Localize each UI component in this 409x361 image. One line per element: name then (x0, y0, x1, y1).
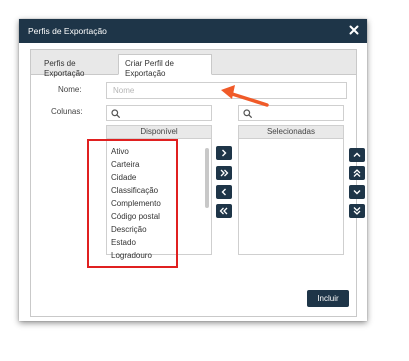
move-all-right-button[interactable] (216, 166, 232, 180)
dialog-titlebar: Perfis de Exportação (19, 19, 367, 43)
chevron-left-icon (221, 188, 226, 196)
dialog-title: Perfis de Exportação (28, 26, 107, 36)
tab-export-profiles[interactable]: Perfis de Exportação (37, 54, 117, 78)
double-chevron-left-icon (219, 207, 228, 215)
columns-label: Colunas: (51, 107, 83, 116)
selected-list[interactable]: Selecionadas (238, 125, 344, 255)
highlight-box (87, 139, 178, 268)
move-up-button[interactable] (349, 148, 365, 162)
available-search-box[interactable] (106, 105, 213, 121)
move-bottom-button[interactable] (349, 204, 365, 218)
move-left-button[interactable] (216, 185, 232, 199)
chevron-up-icon (353, 152, 361, 157)
available-scrollbar[interactable] (205, 148, 209, 208)
move-top-button[interactable] (349, 166, 365, 180)
available-list-header: Disponível (107, 126, 211, 139)
chevron-right-icon (222, 149, 227, 157)
double-chevron-right-icon (220, 169, 229, 177)
available-search-input[interactable] (123, 107, 213, 121)
name-label: Nome: (58, 85, 82, 94)
double-chevron-down-icon (353, 207, 361, 215)
export-profiles-dialog: Perfis de Exportação Perfis de Exportaçã… (19, 19, 367, 321)
selected-list-header: Selecionadas (239, 126, 343, 139)
search-icon (111, 109, 120, 118)
double-chevron-up-icon (353, 169, 361, 177)
include-button[interactable]: Incluir (307, 290, 349, 307)
annotation-arrow-icon (221, 85, 269, 107)
move-down-button[interactable] (349, 185, 365, 199)
tab-strip: Perfis de Exportação Criar Perfil de Exp… (31, 50, 356, 78)
chevron-down-icon (353, 190, 361, 195)
move-right-button[interactable] (216, 146, 232, 160)
tab-panel: Perfis de Exportação Criar Perfil de Exp… (30, 49, 365, 317)
move-all-left-button[interactable] (216, 204, 232, 218)
close-icon[interactable] (349, 25, 359, 35)
tab-create-export-profile[interactable]: Criar Perfil de Exportação (118, 54, 212, 78)
